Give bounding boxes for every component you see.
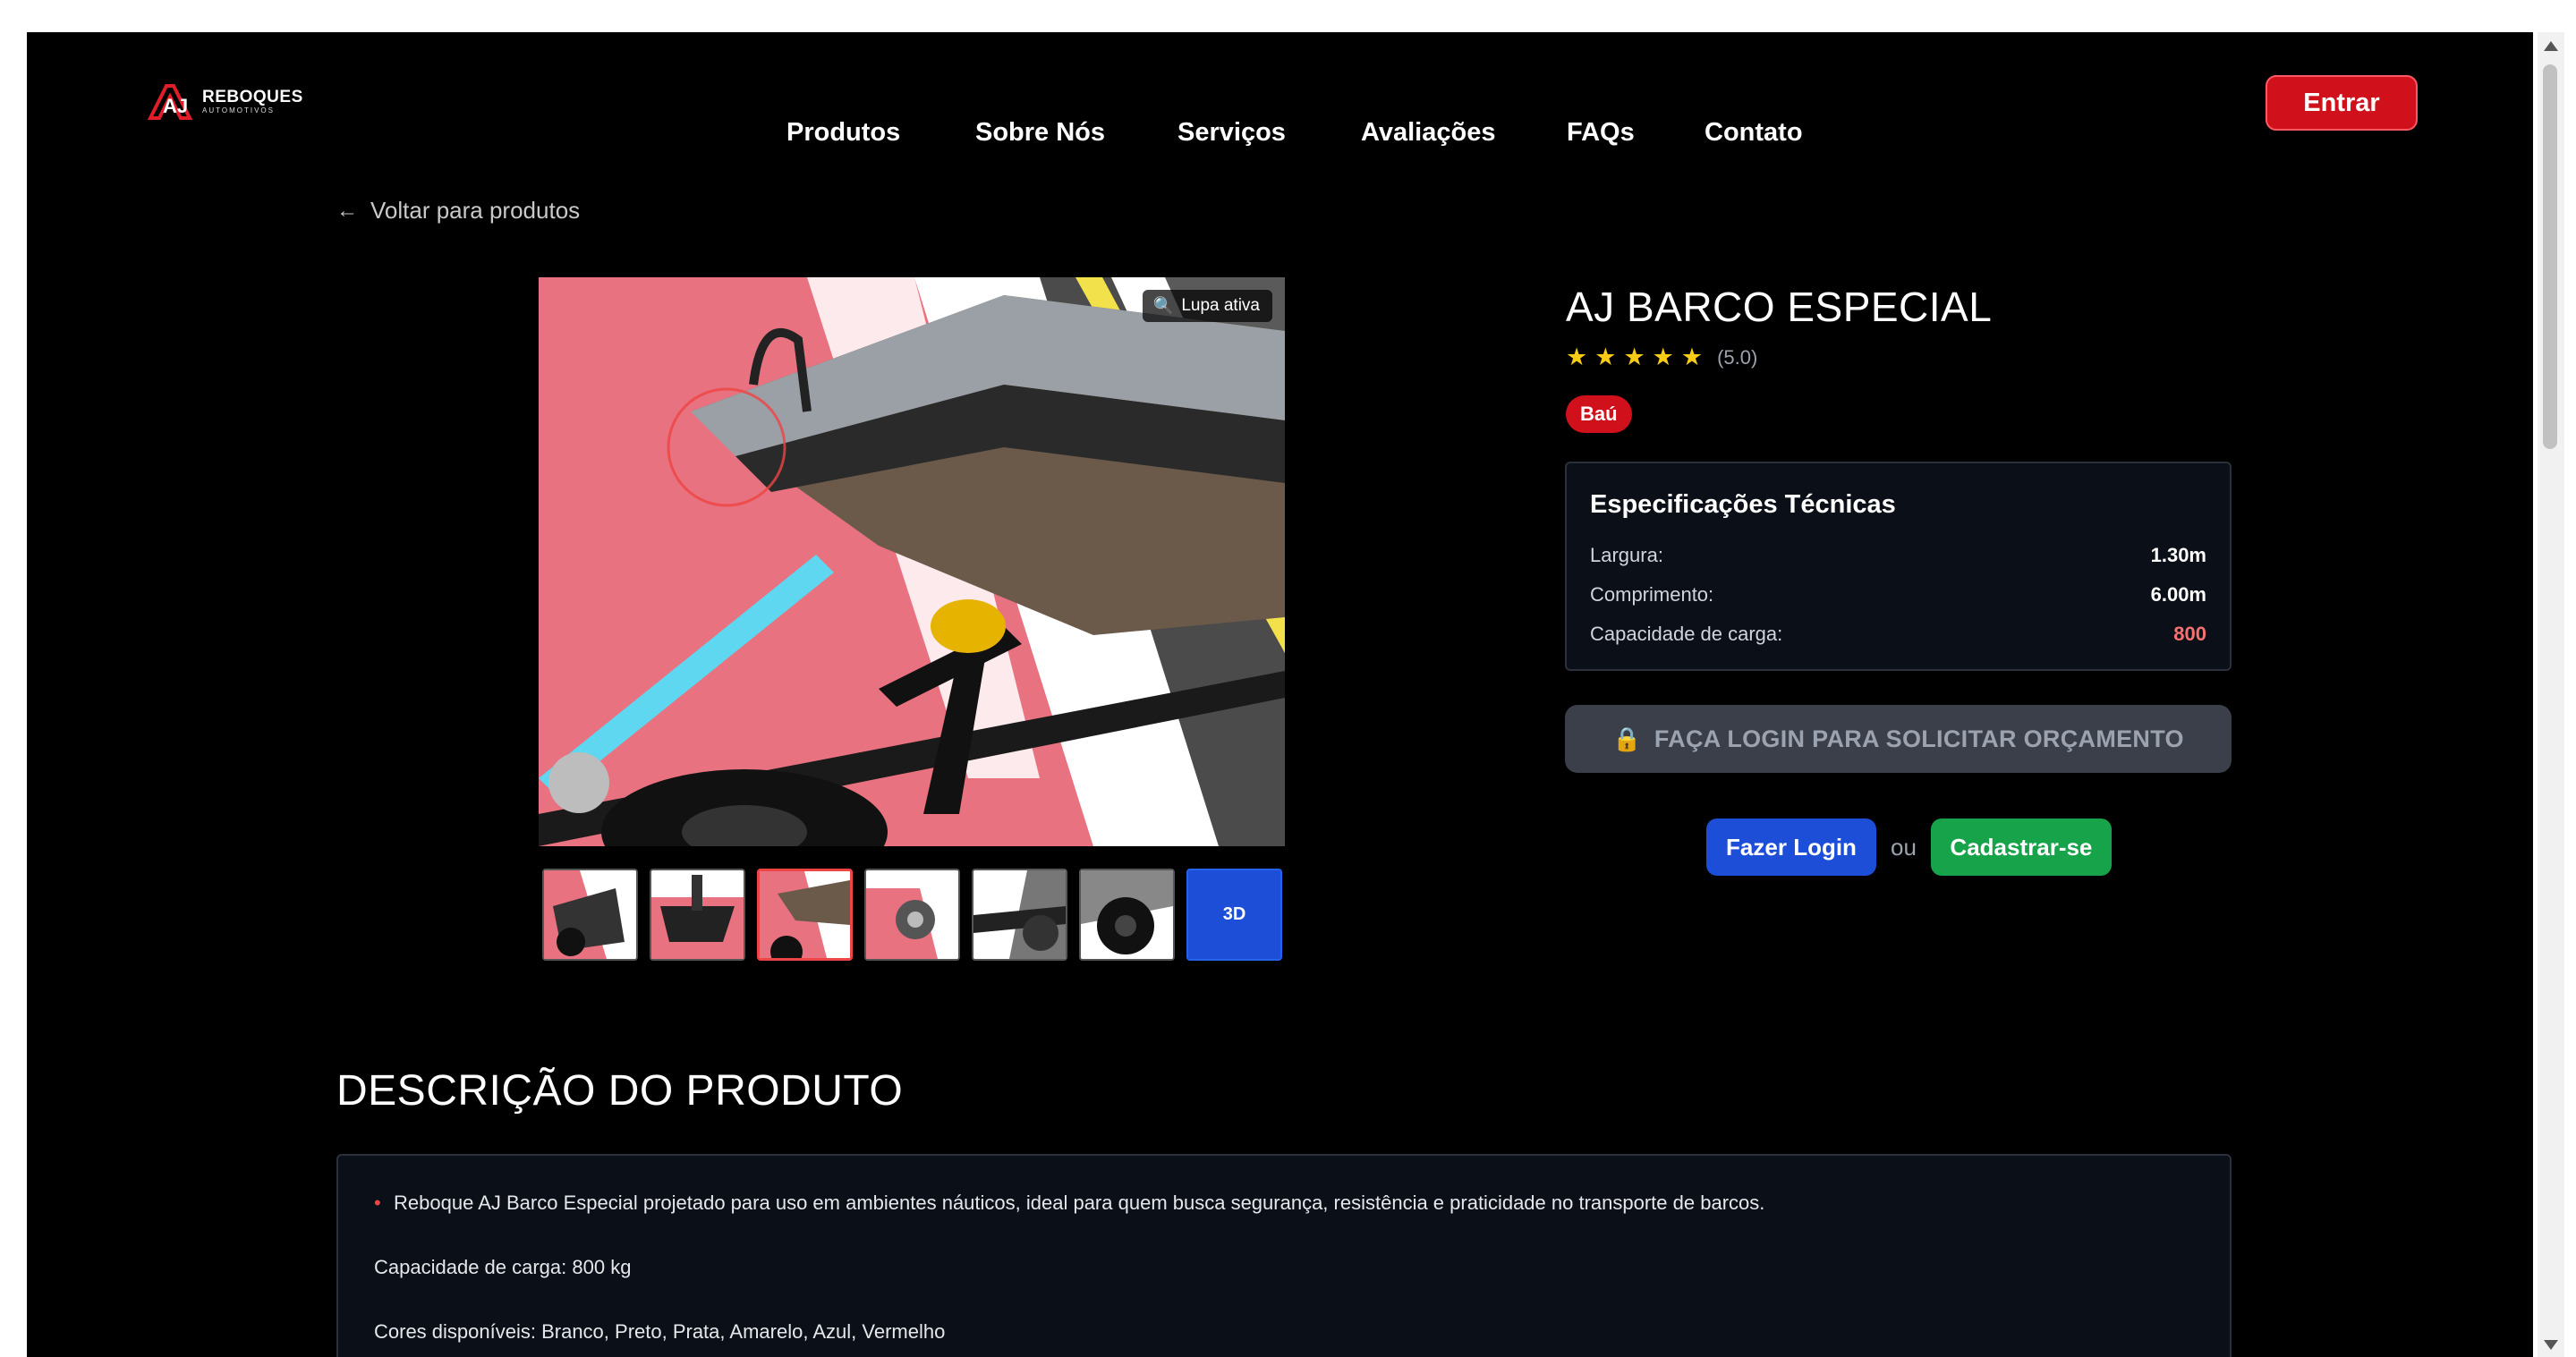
main-nav: Produtos Sobre Nós Serviços Avaliações F… — [27, 118, 2533, 154]
description-text: Capacidade de carga: 800 kg — [374, 1256, 632, 1278]
logo[interactable]: AJ REBOQUES AUTOMOTIVOS — [147, 81, 303, 122]
login-required-button[interactable]: 🔒 FAÇA LOGIN PARA SOLICITAR ORÇAMENTO — [1565, 705, 2232, 773]
bullet-icon: • — [374, 1192, 381, 1214]
description-text: Cores disponíveis: Branco, Preto, Prata,… — [374, 1320, 946, 1343]
back-link-label: Voltar para produtos — [370, 197, 581, 224]
description-text: Reboque AJ Barco Especial projetado para… — [394, 1192, 1765, 1214]
nav-contato[interactable]: Contato — [1705, 118, 1803, 148]
thumbnail-strip: 3D — [542, 869, 1282, 961]
spec-value: 800 — [2173, 623, 2206, 645]
scrollbar[interactable] — [2538, 32, 2564, 1357]
specs-panel: Especificações Técnicas Largura: 1.30m C… — [1565, 462, 2232, 671]
auth-actions: Fazer Login ou Cadastrar-se — [1706, 818, 2112, 876]
specs-heading: Especificações Técnicas — [1590, 490, 1896, 519]
spec-label: Largura: — [1590, 544, 1663, 566]
description-panel: • Reboque AJ Barco Especial projetado pa… — [336, 1154, 2232, 1357]
spec-label: Capacidade de carga: — [1590, 623, 1783, 645]
rating-value: (5.0) — [1717, 345, 1758, 369]
product-main-image[interactable]: 🔍 Lupa ativa — [539, 277, 1285, 846]
zoom-badge: 🔍 Lupa ativa — [1142, 290, 1272, 322]
description-heading: DESCRIÇÃO DO PRODUTO — [336, 1067, 904, 1115]
spec-label: Comprimento: — [1590, 583, 1714, 606]
thumbnail-3d[interactable]: 3D — [1186, 869, 1282, 961]
entrar-button[interactable]: Entrar — [2266, 75, 2418, 131]
category-badge: Baú — [1566, 395, 1632, 433]
logo-line2: AUTOMOTIVOS — [202, 106, 275, 114]
nav-faqs[interactable]: FAQs — [1567, 118, 1635, 148]
description-line: Cores disponíveis: Branco, Preto, Prata,… — [374, 1320, 2194, 1357]
or-text: ou — [1891, 833, 1917, 861]
nav-sobre-nos[interactable]: Sobre Nós — [975, 118, 1105, 148]
back-link[interactable]: ← Voltar para produtos — [336, 197, 580, 225]
scroll-down-icon[interactable] — [2544, 1340, 2558, 1350]
star-icon: ★ — [1623, 343, 1645, 370]
thumbnail-2[interactable] — [650, 869, 745, 961]
fazer-login-button[interactable]: Fazer Login — [1706, 818, 1876, 876]
star-icon: ★ — [1652, 343, 1674, 370]
star-icon: ★ — [1680, 343, 1704, 370]
thumbnail-6[interactable] — [1079, 869, 1175, 961]
boat-trailer-photo — [539, 277, 1285, 846]
star-icon: ★ — [1594, 343, 1617, 370]
scroll-up-icon[interactable] — [2544, 41, 2558, 51]
spec-value: 1.30m — [2150, 544, 2206, 566]
spec-row-comprimento: Comprimento: 6.00m — [1590, 575, 2206, 615]
lock-icon: 🔒 — [1612, 725, 1642, 752]
cadastrar-button[interactable]: Cadastrar-se — [1930, 818, 2112, 876]
description-line: Capacidade de carga: 800 kg — [374, 1256, 2194, 1320]
scroll-thumb[interactable] — [2543, 64, 2557, 449]
login-required-label: FAÇA LOGIN PARA SOLICITAR ORÇAMENTO — [1654, 725, 2184, 752]
magnifier-icon: 🔍 — [1152, 297, 1175, 316]
logo-mark-icon: AJ — [147, 84, 193, 120]
thumbnail-4[interactable] — [864, 869, 960, 961]
product-rating: ★ ★ ★ ★ ★ (5.0) — [1566, 345, 1757, 369]
logo-line1: REBOQUES — [202, 87, 303, 106]
nav-servicos[interactable]: Serviços — [1177, 118, 1286, 148]
spec-value: 6.00m — [2150, 583, 2206, 606]
star-icon: ★ — [1566, 343, 1588, 370]
nav-avaliacoes[interactable]: Avaliações — [1361, 118, 1495, 148]
nav-produtos[interactable]: Produtos — [786, 118, 900, 148]
product-title: AJ BARCO ESPECIAL — [1566, 284, 1993, 330]
svg-text:AJ: AJ — [163, 95, 188, 117]
spec-row-largura: Largura: 1.30m — [1590, 536, 2206, 575]
arrow-left-icon: ← — [336, 198, 358, 223]
thumbnail-1[interactable] — [542, 869, 638, 961]
thumbnail-5[interactable] — [972, 869, 1067, 961]
thumbnail-3-active[interactable] — [757, 869, 853, 961]
spec-row-capacidade: Capacidade de carga: 800 — [1590, 615, 2206, 654]
description-line: • Reboque AJ Barco Especial projetado pa… — [374, 1192, 2194, 1256]
page: AJ REBOQUES AUTOMOTIVOS Produtos Sobre N… — [27, 32, 2533, 1357]
zoom-badge-label: Lupa ativa — [1181, 296, 1260, 315]
